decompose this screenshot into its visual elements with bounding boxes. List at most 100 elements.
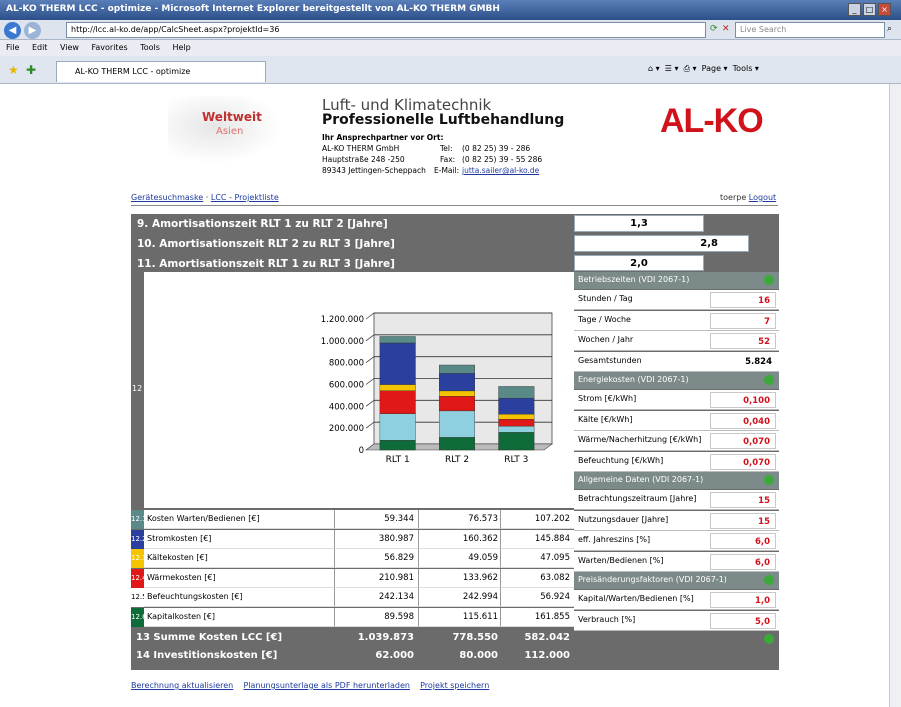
energiekosten-2-input[interactable]: 0,070	[710, 433, 776, 449]
menu-edit[interactable]: Edit	[32, 43, 48, 52]
favorites-star-icon[interactable]: ★	[8, 63, 19, 77]
page-menu[interactable]: Page ▾	[702, 64, 728, 73]
cost-cell-rlt1: 242.134	[334, 588, 418, 607]
cost-cell-rlt2: 242.994	[418, 588, 502, 607]
chart-area: 0 200.000 400.000 600.000 800.000 1.000.000 1.…	[144, 272, 574, 508]
row-10-value: 2,8	[574, 235, 749, 252]
cost-cell-rlt1: 56.829	[334, 549, 418, 568]
vertical-scrollbar[interactable]	[889, 84, 901, 707]
betriebszeit-2-input[interactable]: 52	[710, 333, 776, 349]
row-9-value: 1,3	[574, 215, 704, 232]
cost-row-label: Kapitalkosten [€]	[144, 607, 334, 627]
street: Hauptstraße 248 -250	[322, 155, 405, 164]
add-favorite-icon[interactable]: ✚	[26, 63, 36, 77]
bar-segment	[379, 390, 416, 414]
allgemein-2-input[interactable]: 6,0	[710, 533, 776, 549]
section-preisaenderung-title: Preisänderungsfaktoren (VDI 2067-1)	[578, 575, 727, 584]
bar-segment	[439, 390, 476, 397]
email-label: E-Mail:	[434, 166, 460, 175]
y-tick-label: 400.000	[329, 402, 364, 412]
cost-row-label: Wärmekosten [€]	[144, 568, 334, 588]
info-icon[interactable]	[764, 375, 774, 385]
tagline-secondary: Professionelle Luftbehandlung	[322, 112, 565, 128]
forward-icon[interactable]: ▶	[24, 22, 41, 39]
stop-icon[interactable]: ✕	[722, 24, 730, 34]
refresh-icon[interactable]: ⟳	[710, 24, 718, 34]
allgemein-1-input[interactable]: 15	[710, 512, 776, 529]
back-icon[interactable]: ◀	[4, 22, 21, 39]
row-10-label: 10. Amortisationszeit RLT 2 zu RLT 3 [Ja…	[131, 234, 573, 252]
menu-view[interactable]: View	[60, 43, 79, 52]
browser-tab[interactable]: AL-KO THERM LCC - optimize	[56, 61, 266, 82]
tools-menu[interactable]: Tools ▾	[733, 64, 759, 73]
energiekosten-0-input[interactable]: 0,100	[710, 392, 776, 408]
cost-cell-rlt2: 76.573	[418, 510, 502, 529]
betriebszeit-0-input[interactable]: 16	[710, 292, 776, 308]
recalculate-link[interactable]: Berechnung aktualisieren	[131, 681, 233, 690]
menu-favorites[interactable]: Favorites	[92, 43, 128, 52]
cost-row-label: Kältekosten [€]	[144, 549, 334, 568]
info-icon[interactable]	[764, 634, 774, 644]
preisaenderung-1-input[interactable]: 5,0	[710, 612, 776, 629]
bar-segment	[498, 413, 535, 420]
close-icon[interactable]: ×	[878, 3, 891, 16]
address-input[interactable]: http://lcc.al-ko.de/app/CalcSheet.aspx?p…	[66, 22, 706, 38]
minimize-icon[interactable]: _	[848, 3, 861, 16]
maximize-icon[interactable]: □	[863, 3, 876, 16]
energiekosten-1-input[interactable]: 0,040	[710, 412, 776, 429]
info-icon[interactable]	[764, 475, 774, 485]
y-tick-label: 200.000	[329, 424, 364, 434]
home-icon[interactable]: ⌂ ▾	[648, 64, 660, 73]
bar-segment	[439, 364, 476, 374]
cost-cell-rlt3: 47.095	[500, 549, 574, 568]
fax-value: (0 82 25) 39 - 55 286	[462, 155, 543, 164]
energiekosten-3-input[interactable]: 0,070	[710, 453, 776, 470]
x-tick-label: RLT 2	[445, 455, 469, 465]
search-input[interactable]: Live Search	[735, 22, 885, 38]
y-tick-label: 600.000	[329, 381, 364, 391]
row-11-value: 2,0	[574, 255, 704, 271]
search-icon[interactable]: ⌕	[887, 24, 892, 34]
bar-segment	[379, 336, 416, 344]
y-tick-label: 1.000.000	[321, 337, 364, 347]
info-icon[interactable]	[764, 275, 774, 285]
investment-value-rlt2: 80.000	[459, 650, 498, 661]
feeds-icon[interactable]: ☰ ▾	[665, 64, 679, 73]
email-link[interactable]: jutta.sailer@al-ko.de	[462, 166, 539, 176]
grid-connector	[365, 312, 375, 320]
print-icon[interactable]: ⎙ ▾	[684, 64, 697, 73]
breadcrumb: Gerätesuchmaske · LCC - Projektliste	[131, 193, 279, 202]
sum-value-rlt1: 1.039.873	[357, 632, 414, 643]
projektliste-link[interactable]: LCC - Projektliste	[211, 193, 279, 202]
bar-segment	[379, 413, 416, 441]
allgemein-3-input[interactable]: 6,0	[710, 553, 776, 570]
grid-connector	[365, 421, 375, 429]
x-tick-label: RLT 1	[386, 455, 410, 465]
cost-cell-rlt2: 115.611	[418, 607, 502, 627]
nav-divider	[131, 205, 778, 206]
bar-segment	[439, 373, 476, 392]
y-tick-label: 1.200.000	[321, 315, 364, 325]
cost-cell-rlt3: 56.924	[500, 588, 574, 607]
pdf-download-link[interactable]: Planungsunterlage als PDF herunterladen	[243, 681, 410, 690]
save-project-link[interactable]: Projekt speichern	[420, 681, 489, 690]
cost-row-label: Kosten Warten/Bedienen [€]	[144, 510, 334, 529]
cost-cell-rlt1: 380.987	[334, 529, 418, 549]
geraetesuche-link[interactable]: Gerätesuchmaske	[131, 193, 203, 202]
betriebszeit-1-input[interactable]: 7	[710, 312, 776, 329]
allgemein-0-input[interactable]: 15	[710, 492, 776, 508]
nav-separator: ·	[205, 193, 209, 202]
logout-link[interactable]: Logout	[749, 193, 776, 202]
map-subtitle: Asien	[216, 126, 244, 137]
section-energiekosten: Energiekosten (VDI 2067-1)	[574, 372, 779, 389]
cost-chart: 0 200.000 400.000 600.000 800.000 1.000.000 1.…	[321, 312, 553, 465]
x-tick-label: RLT 3	[504, 455, 528, 465]
info-icon[interactable]	[764, 575, 774, 585]
menu-file[interactable]: File	[6, 43, 19, 52]
bar-segment	[498, 425, 535, 433]
cost-row-label: Befeuchtungskosten [€]	[144, 588, 334, 607]
preisaenderung-0-input[interactable]: 1,0	[710, 592, 776, 608]
menu-help[interactable]: Help	[172, 43, 190, 52]
menu-tools[interactable]: Tools	[140, 43, 160, 52]
section-preisaenderung: Preisänderungsfaktoren (VDI 2067-1)	[574, 572, 779, 589]
